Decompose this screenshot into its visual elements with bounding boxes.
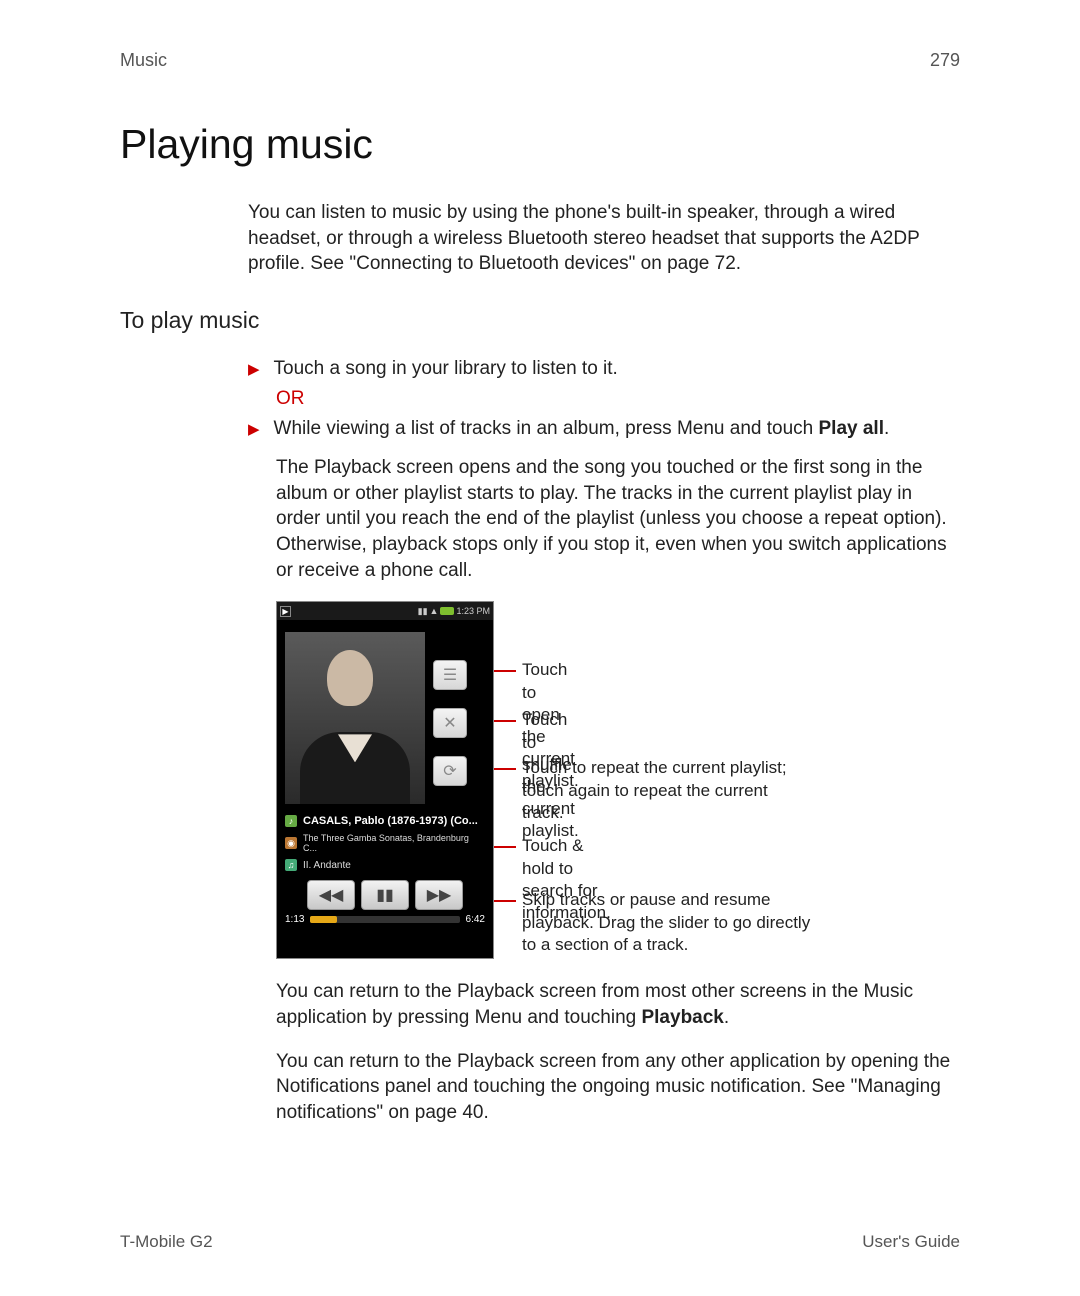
album-art[interactable] (285, 632, 425, 804)
total-time: 6:42 (466, 914, 485, 925)
pause-icon: ▮▮ (376, 885, 394, 905)
album-text: The Three Gamba Sonatas, Brandenburg C..… (303, 833, 485, 853)
repeat-button[interactable]: ⟳ (433, 756, 467, 786)
battery-icon (440, 607, 454, 615)
artist-row[interactable]: ♪ CASALS, Pablo (1876-1973) (Co... (277, 812, 493, 830)
step-marker-icon: ▶ (248, 360, 260, 380)
seek-slider[interactable] (310, 916, 459, 923)
signal-icon: ▮▮ (418, 606, 428, 617)
elapsed-time: 1:13 (285, 914, 304, 925)
pause-button[interactable]: ▮▮ (361, 880, 409, 910)
subheading: To play music (120, 307, 960, 334)
artist-icon: ♪ (285, 815, 297, 827)
phone-screenshot: ▶ ▮▮ ▲ 1:23 PM ☰ ✕ ⟳ (276, 601, 494, 959)
track-row[interactable]: ♫ II. Andante (277, 856, 493, 874)
annotation: Touch to repeat the current playlist; to… (522, 757, 802, 823)
body-paragraph: You can return to the Playback screen fr… (276, 979, 960, 1030)
track-text: II. Andante (303, 860, 351, 871)
footer-right: User's Guide (862, 1232, 960, 1252)
shuffle-icon: ✕ (443, 713, 456, 733)
annotation: Skip tracks or pause and resume playback… (522, 889, 822, 955)
repeat-icon: ⟳ (443, 761, 456, 781)
album-icon: ◉ (285, 837, 297, 849)
page-number: 279 (930, 50, 960, 71)
step-text: Touch a song in your library to listen t… (274, 356, 618, 382)
artist-text: CASALS, Pablo (1876-1973) (Co... (303, 815, 478, 827)
intro-paragraph: You can listen to music by using the pho… (248, 200, 960, 277)
next-icon: ▶▶ (427, 885, 452, 905)
or-separator: OR (276, 388, 960, 410)
shuffle-button[interactable]: ✕ (433, 708, 467, 738)
body-paragraph: You can return to the Playback screen fr… (276, 1049, 960, 1126)
album-row[interactable]: ◉ The Three Gamba Sonatas, Brandenburg C… (277, 830, 493, 856)
bars-icon: ▲ (430, 606, 439, 616)
next-button[interactable]: ▶▶ (415, 880, 463, 910)
footer-left: T-Mobile G2 (120, 1232, 213, 1252)
step-item: ▶ Touch a song in your library to listen… (248, 356, 960, 382)
page-title: Playing music (120, 121, 960, 168)
previous-icon: ◀◀ (319, 885, 344, 905)
previous-button[interactable]: ◀◀ (307, 880, 355, 910)
playlist-button[interactable]: ☰ (433, 660, 467, 690)
track-icon: ♫ (285, 859, 297, 871)
section-label: Music (120, 50, 167, 71)
body-paragraph: The Playback screen opens and the song y… (276, 455, 960, 583)
playback-figure: ▶ ▮▮ ▲ 1:23 PM ☰ ✕ ⟳ (276, 601, 960, 959)
page-header: Music 279 (120, 50, 960, 71)
page-footer: T-Mobile G2 User's Guide (120, 1232, 960, 1252)
step-marker-icon: ▶ (248, 420, 260, 440)
clock-text: 1:23 PM (456, 606, 490, 616)
step-text: While viewing a list of tracks in an alb… (274, 416, 890, 442)
playlist-icon: ☰ (443, 665, 457, 685)
annotation-column: Touch to open the current playlist. Touc… (494, 601, 522, 959)
play-indicator-icon: ▶ (280, 606, 291, 617)
step-item: ▶ While viewing a list of tracks in an a… (248, 416, 960, 442)
status-bar: ▶ ▮▮ ▲ 1:23 PM (277, 602, 493, 620)
